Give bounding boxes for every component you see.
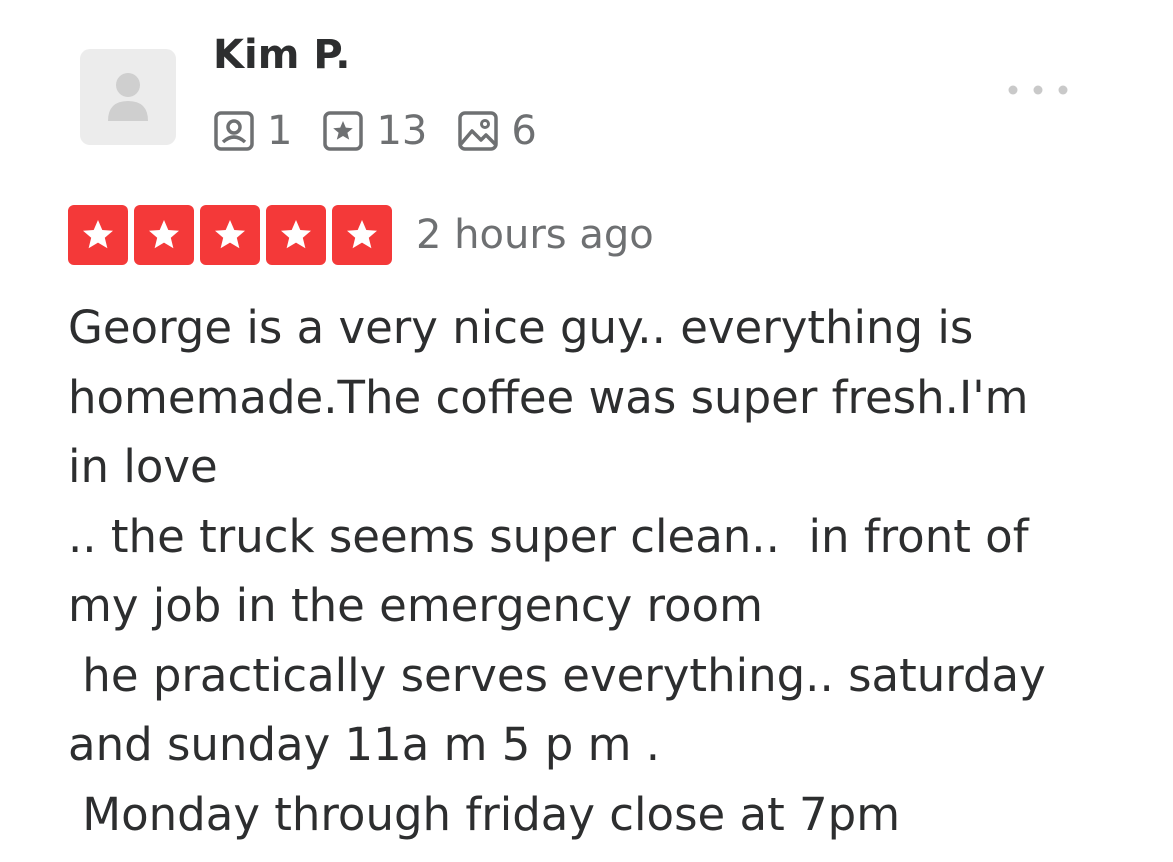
reviews-stat: 13 — [322, 110, 427, 152]
username[interactable]: Kim P. — [213, 32, 350, 78]
friends-icon — [213, 110, 255, 152]
review-text-line: my job in the emergency room — [68, 579, 763, 632]
friends-count: 1 — [267, 108, 293, 154]
friends-stat: 1 — [213, 110, 292, 152]
review-text-line: George is a very nice guy.. everything i… — [68, 301, 974, 354]
review-text-line: and sunday 11a m 5 p m . — [68, 718, 661, 771]
star-icon — [332, 205, 392, 265]
review-star-icon — [322, 110, 364, 152]
review-text-line: he practically serves everything.. satur… — [68, 648, 1046, 702]
review-text: George is a very nice guy.. everything i… — [68, 293, 1128, 849]
star-icon — [200, 205, 260, 265]
review-text-line: .. the truck seems super clean.. in fron… — [68, 509, 1029, 563]
user-stats: 1 13 6 — [213, 106, 537, 156]
star-icon — [266, 205, 326, 265]
default-user-avatar-icon — [108, 73, 148, 121]
photos-count: 6 — [511, 108, 537, 154]
star-icon — [68, 205, 128, 265]
reviews-count: 13 — [376, 108, 428, 154]
photos-stat: 6 — [457, 108, 537, 154]
star-rating — [68, 205, 392, 265]
review-text-line: Monday through friday close at 7pm — [68, 787, 901, 841]
avatar[interactable] — [80, 49, 176, 145]
review-text-line: homemade.The coffee was super fresh.I'm — [68, 370, 1029, 424]
more-options-icon[interactable] — [1003, 80, 1073, 100]
review-text-line: in love — [68, 440, 218, 493]
star-icon — [134, 205, 194, 265]
photo-icon — [457, 110, 499, 152]
rating-row: 2 hours ago — [68, 204, 654, 266]
review-time: 2 hours ago — [416, 212, 654, 258]
